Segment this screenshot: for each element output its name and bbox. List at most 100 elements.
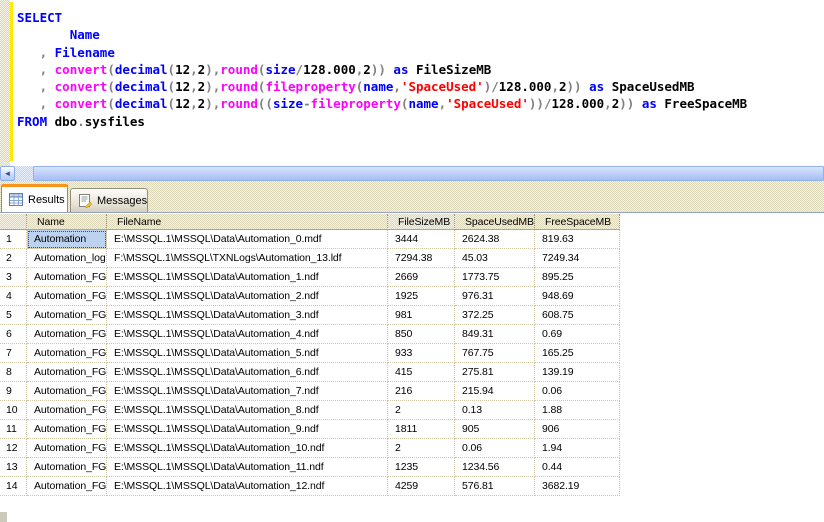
grid-cell[interactable]: Automation_FG10 — [27, 287, 107, 306]
grid-cell[interactable]: Automation_FG1 — [27, 268, 107, 287]
grid-cell[interactable]: Automation_FG5 — [27, 401, 107, 420]
grid-cell[interactable]: 2 — [388, 439, 455, 458]
grid-cell[interactable]: 850 — [388, 325, 455, 344]
grid-cell[interactable]: 819.63 — [535, 230, 620, 249]
grid-cell[interactable]: 2669 — [388, 268, 455, 287]
grid-cell[interactable]: 895.25 — [535, 268, 620, 287]
grid-cell[interactable]: 165.25 — [535, 344, 620, 363]
grid-cell[interactable]: 976.31 — [455, 287, 535, 306]
column-header-filename[interactable]: FileName — [107, 214, 388, 230]
code-line: , Filename — [17, 44, 747, 61]
grid-cell[interactable]: 2 — [388, 401, 455, 420]
grid-cell[interactable]: 608.75 — [535, 306, 620, 325]
grid-cell[interactable]: 576.81 — [455, 477, 535, 496]
grid-cell[interactable]: 0.06 — [455, 439, 535, 458]
grid-cell[interactable]: 3444 — [388, 230, 455, 249]
scroll-left-button[interactable]: ◄ — [0, 166, 15, 181]
horizontal-scrollbar[interactable]: ◄ — [0, 166, 824, 181]
grid-cell[interactable]: 139.19 — [535, 363, 620, 382]
column-header-name[interactable]: Name — [27, 214, 107, 230]
row-number-cell[interactable]: 8 — [0, 363, 27, 382]
grid-cell[interactable]: E:\MSSQL.1\MSSQL\Data\Automation_2.ndf — [107, 287, 388, 306]
grid-cell[interactable]: 849.31 — [455, 325, 535, 344]
grid-cell[interactable]: F:\MSSQL.1\MSSQL\TXNLogs\Automation_13.l… — [107, 249, 388, 268]
row-number-cell[interactable]: 12 — [0, 439, 27, 458]
grid-cell[interactable]: 415 — [388, 363, 455, 382]
grid-cell[interactable]: Automation_FG7 — [27, 439, 107, 458]
grid-cell[interactable]: 933 — [388, 344, 455, 363]
grid-cell[interactable]: Automation_FG3 — [27, 363, 107, 382]
grid-cell[interactable]: 2624.38 — [455, 230, 535, 249]
grid-cell[interactable]: 948.69 — [535, 287, 620, 306]
tab-messages[interactable]: Messages — [70, 188, 148, 212]
sql-code[interactable]: SELECT Name , Filename , convert(decimal… — [17, 9, 747, 130]
grid-cell[interactable]: E:\MSSQL.1\MSSQL\Data\Automation_3.ndf — [107, 306, 388, 325]
grid-cell[interactable]: 1234.56 — [455, 458, 535, 477]
row-number-cell[interactable]: 3 — [0, 268, 27, 287]
row-number-cell[interactable]: 7 — [0, 344, 27, 363]
row-number-cell[interactable]: 13 — [0, 458, 27, 477]
grid-cell[interactable]: E:\MSSQL.1\MSSQL\Data\Automation_4.ndf — [107, 325, 388, 344]
sql-editor[interactable]: SELECT Name , Filename , convert(decimal… — [0, 0, 824, 166]
grid-cell[interactable]: E:\MSSQL.1\MSSQL\Data\Automation_7.ndf — [107, 382, 388, 401]
grid-cell[interactable]: E:\MSSQL.1\MSSQL\Data\Automation_11.ndf — [107, 458, 388, 477]
grid-cell[interactable]: 372.25 — [455, 306, 535, 325]
grid-cell[interactable]: E:\MSSQL.1\MSSQL\Data\Automation_0.mdf — [107, 230, 388, 249]
grid-row: 11Automation_FG6E:\MSSQL.1\MSSQL\Data\Au… — [0, 420, 620, 439]
grid-cell[interactable]: 45.03 — [455, 249, 535, 268]
grid-cell[interactable]: 7249.34 — [535, 249, 620, 268]
tab-results[interactable]: Results — [1, 184, 68, 212]
grid-cell[interactable]: 3682.19 — [535, 477, 620, 496]
column-header-spaceusedmb[interactable]: SpaceUsedMB — [455, 214, 535, 230]
grid-cell[interactable]: E:\MSSQL.1\MSSQL\Data\Automation_1.ndf — [107, 268, 388, 287]
row-number-cell[interactable]: 6 — [0, 325, 27, 344]
grid-cell[interactable]: 4259 — [388, 477, 455, 496]
grid-cell[interactable]: 0.69 — [535, 325, 620, 344]
grid-cell[interactable]: E:\MSSQL.1\MSSQL\Data\Automation_12.ndf — [107, 477, 388, 496]
grid-cell[interactable]: 1925 — [388, 287, 455, 306]
grid-cell[interactable]: Automation_FG8 — [27, 458, 107, 477]
grid-cell[interactable]: 906 — [535, 420, 620, 439]
grid-cell[interactable]: E:\MSSQL.1\MSSQL\Data\Automation_6.ndf — [107, 363, 388, 382]
grid-cell[interactable]: Automation_FG9 — [27, 477, 107, 496]
grid-cell[interactable]: Automation_FG6 — [27, 420, 107, 439]
row-number-cell[interactable]: 10 — [0, 401, 27, 420]
row-number-cell[interactable]: 14 — [0, 477, 27, 496]
grid-cell[interactable]: Automation_FG12 — [27, 325, 107, 344]
column-header-filesizemb[interactable]: FileSizeMB — [388, 214, 455, 230]
row-number-cell[interactable]: 11 — [0, 420, 27, 439]
grid-cell[interactable]: 0.06 — [535, 382, 620, 401]
grid-cell[interactable]: 1.88 — [535, 401, 620, 420]
grid-cell[interactable]: Automation_FG4 — [27, 382, 107, 401]
grid-cell[interactable]: 0.13 — [455, 401, 535, 420]
row-number-cell[interactable]: 9 — [0, 382, 27, 401]
row-number-cell[interactable]: 5 — [0, 306, 27, 325]
grid-cell[interactable]: 215.94 — [455, 382, 535, 401]
column-header-freespacemb[interactable]: FreeSpaceMB — [535, 214, 620, 230]
grid-cell[interactable]: E:\MSSQL.1\MSSQL\Data\Automation_9.ndf — [107, 420, 388, 439]
grid-cell[interactable]: 7294.38 — [388, 249, 455, 268]
scrollbar-thumb[interactable] — [33, 166, 824, 181]
grid-cell[interactable]: 1.94 — [535, 439, 620, 458]
grid-cell[interactable]: Automation — [27, 230, 107, 249]
grid-cell[interactable]: E:\MSSQL.1\MSSQL\Data\Automation_10.ndf — [107, 439, 388, 458]
row-number-cell[interactable]: 2 — [0, 249, 27, 268]
grid-cell[interactable]: 216 — [388, 382, 455, 401]
row-number-cell[interactable]: 1 — [0, 230, 27, 249]
row-number-cell[interactable]: 4 — [0, 287, 27, 306]
grid-cell[interactable]: Automation_log — [27, 249, 107, 268]
grid-cell[interactable]: E:\MSSQL.1\MSSQL\Data\Automation_8.ndf — [107, 401, 388, 420]
grid-cell[interactable]: 981 — [388, 306, 455, 325]
grid-cell[interactable]: Automation_FG2 — [27, 344, 107, 363]
grid-cell[interactable]: 1811 — [388, 420, 455, 439]
grid-cell[interactable]: 1773.75 — [455, 268, 535, 287]
grid-cell[interactable]: 1235 — [388, 458, 455, 477]
grid-cell[interactable]: 275.81 — [455, 363, 535, 382]
grid-cell[interactable]: 0.44 — [535, 458, 620, 477]
grid-cell[interactable]: 905 — [455, 420, 535, 439]
grid-row: 7Automation_FG2E:\MSSQL.1\MSSQL\Data\Aut… — [0, 344, 620, 363]
grid-cell[interactable]: 767.75 — [455, 344, 535, 363]
grid-cell[interactable]: Automation_FG11 — [27, 306, 107, 325]
grid-corner-cell[interactable] — [0, 214, 27, 230]
grid-cell[interactable]: E:\MSSQL.1\MSSQL\Data\Automation_5.ndf — [107, 344, 388, 363]
